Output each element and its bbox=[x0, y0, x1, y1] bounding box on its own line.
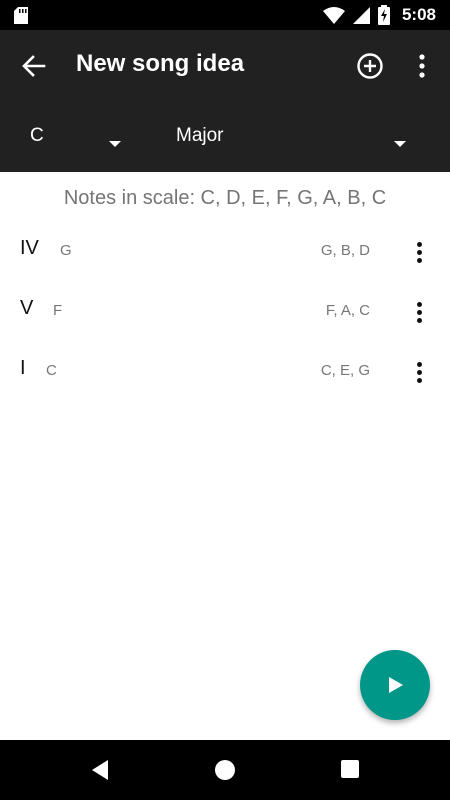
nav-home-icon[interactable] bbox=[214, 759, 236, 781]
nav-recents-icon[interactable] bbox=[340, 759, 360, 779]
chord-name: C bbox=[46, 362, 57, 379]
system-nav-bar bbox=[0, 740, 450, 800]
roman-numeral: I bbox=[20, 357, 26, 379]
play-button[interactable] bbox=[360, 650, 430, 720]
chord-row[interactable]: I C C, E, G bbox=[0, 344, 450, 404]
scale-selector-bar: C Major bbox=[0, 100, 450, 172]
chord-notes: F, A, C bbox=[325, 302, 370, 319]
chord-notes: C, E, G bbox=[320, 362, 370, 379]
roman-numeral: V bbox=[20, 297, 34, 319]
more-vert-icon[interactable] bbox=[410, 298, 430, 326]
chord-notes: G, B, D bbox=[320, 242, 370, 259]
page-title: New song idea bbox=[76, 50, 245, 77]
wifi-icon bbox=[322, 6, 345, 24]
more-vert-icon[interactable] bbox=[410, 358, 430, 386]
key-value: C bbox=[30, 125, 44, 146]
chord-row[interactable]: V F F, A, C bbox=[0, 284, 450, 344]
chord-name: G bbox=[60, 242, 72, 259]
chord-row[interactable]: IV G G, B, D bbox=[0, 224, 450, 284]
add-circle-icon[interactable] bbox=[356, 52, 384, 80]
mode-value: Major bbox=[176, 125, 224, 146]
play-icon bbox=[389, 677, 403, 693]
more-vert-icon[interactable] bbox=[410, 238, 430, 266]
scale-notes-text: Notes in scale: C, D, E, F, G, A, B, C bbox=[63, 187, 387, 209]
clock: 5:08 bbox=[401, 5, 436, 24]
chevron-down-icon[interactable] bbox=[109, 141, 121, 147]
app-bar: New song idea bbox=[0, 30, 450, 100]
key-dropdown[interactable]: C bbox=[30, 100, 130, 172]
arrow-back-icon[interactable] bbox=[20, 52, 48, 80]
status-bar: 5:08 bbox=[0, 0, 450, 30]
battery-icon bbox=[377, 5, 390, 25]
nav-back-icon[interactable] bbox=[90, 759, 110, 781]
roman-numeral: IV bbox=[20, 237, 39, 259]
mode-dropdown[interactable]: Major bbox=[176, 100, 416, 172]
sd-card-icon bbox=[14, 7, 28, 24]
chevron-down-icon[interactable] bbox=[394, 141, 406, 147]
chord-name: F bbox=[53, 302, 63, 319]
cell-signal-icon bbox=[352, 6, 370, 24]
more-vert-icon[interactable] bbox=[410, 52, 434, 80]
